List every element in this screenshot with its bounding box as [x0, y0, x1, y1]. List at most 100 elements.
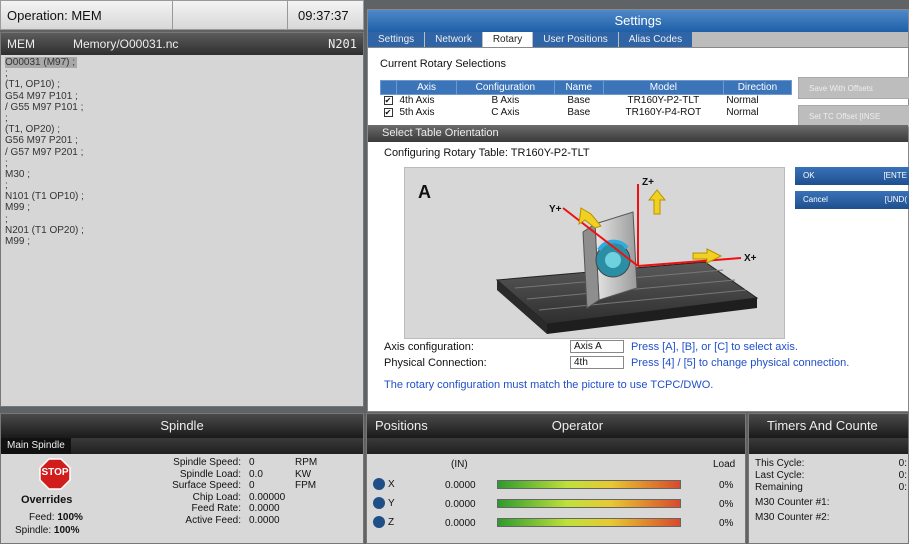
- cell-model: TR160Y-P4-ROT: [625, 107, 702, 118]
- stop-icon: STOP: [39, 458, 71, 490]
- axis-handle-icon[interactable]: [373, 497, 385, 509]
- axis-load: 0%: [719, 518, 734, 529]
- program-path: Memory/O00031.nc: [73, 37, 179, 51]
- set-tc-offset-button[interactable]: Set TC Offset [INSE: [798, 105, 909, 127]
- cell-model: TR160Y-P2-TLT: [627, 95, 700, 106]
- ok-button[interactable]: OK [ENTE: [795, 167, 909, 185]
- axis-handle-icon[interactable]: [373, 478, 385, 490]
- positions-subheader: [367, 438, 745, 454]
- code-line[interactable]: M30 ;: [5, 169, 359, 180]
- tab-alias-codes[interactable]: Alias Codes: [618, 32, 693, 47]
- code-line[interactable]: ;: [5, 158, 359, 169]
- operation-mode: Operation: MEM: [1, 1, 173, 29]
- feed-label: Feed:: [29, 512, 55, 523]
- row-checkbox[interactable]: ✔: [383, 108, 393, 117]
- cancel-button[interactable]: Cancel [UND(: [795, 191, 909, 209]
- axis-value: 0.0000: [445, 499, 476, 510]
- code-line[interactable]: / G57 M97 P201 ;: [5, 147, 359, 158]
- rotary-table-illustration: A Z+ Y+ X+: [418, 177, 759, 334]
- code-line[interactable]: N201 (T1 OP20) ;: [5, 225, 359, 236]
- code-line[interactable]: M99 ;: [5, 202, 359, 213]
- tab-rotary[interactable]: Rotary: [482, 32, 533, 47]
- orientation-dialog-title: Select Table Orientation: [368, 125, 908, 142]
- col-configuration: Configuration: [456, 80, 555, 95]
- tab-positions[interactable]: Positions: [367, 414, 428, 438]
- feed-value: 100%: [57, 512, 83, 523]
- timers-panel: Timers And Counte This Cycle: 0: Last Cyc…: [748, 413, 909, 544]
- timer-row: Last Cycle: 0:: [755, 470, 907, 481]
- axis-config-hint: Press [A], [B], or [C] to select axis.: [631, 341, 798, 353]
- timers-list: This Cycle: 0: Last Cycle: 0: Remaining 0: …: [755, 458, 907, 524]
- spindle-panel: Spindle Main Spindle STOP Overrides Feed…: [0, 413, 364, 544]
- spindle-stats: Spindle Speed: 0 RPM Spindle Load: 0.0 KW Su…: [141, 457, 361, 526]
- configuring-label: Configuring Rotary Table: TR160Y-P2-TLT: [384, 147, 590, 159]
- axis-load: 0%: [719, 499, 734, 510]
- code-line[interactable]: ;: [5, 113, 359, 124]
- cell-config: B Axis: [491, 95, 520, 106]
- picture-letter: A: [418, 182, 431, 202]
- code-line[interactable]: N101 (T1 OP10) ;: [5, 191, 359, 202]
- tab-settings[interactable]: Settings: [368, 32, 425, 47]
- program-block: N201: [328, 37, 357, 51]
- timer-row: M30 Counter #2:: [755, 512, 830, 523]
- code-line[interactable]: G54 M97 P101 ;: [5, 91, 359, 102]
- clock: 09:37:37: [287, 1, 363, 29]
- tcpc-note: The rotary configuration must match the …: [384, 379, 714, 391]
- timer-row: This Cycle: 0:: [755, 458, 907, 469]
- col-check: [380, 80, 397, 95]
- tab-network[interactable]: Network: [425, 32, 482, 47]
- physical-connection-field[interactable]: 4th: [570, 356, 624, 369]
- cell-axis: 5th Axis: [399, 107, 435, 118]
- code-line[interactable]: M99 ;: [5, 236, 359, 247]
- timers-subheader: [749, 438, 908, 454]
- code-line[interactable]: / G55 M97 P101 ;: [5, 102, 359, 113]
- tab-operator[interactable]: Operator: [552, 414, 603, 438]
- tab-main-spindle[interactable]: Main Spindle: [1, 438, 71, 454]
- table-row[interactable]: ✔ 5th Axis C Axis Base TR160Y-P4-ROT Nor…: [381, 107, 792, 119]
- timer-row: Remaining 0:: [755, 482, 907, 493]
- ok-label: OK: [803, 171, 815, 180]
- table-row[interactable]: ✔ 4th Axis B Axis Base TR160Y-P2-TLT Nor…: [381, 95, 792, 108]
- program-mode: MEM: [7, 37, 35, 51]
- axis-load: 0%: [719, 480, 734, 491]
- orientation-picture: A Z+ Y+ X+: [404, 167, 785, 339]
- row-checkbox[interactable]: ✔: [383, 96, 393, 105]
- settings-tabs: Settings Network Rotary User Positions A…: [368, 32, 908, 48]
- axis-handle-icon[interactable]: [373, 516, 385, 528]
- code-line[interactable]: ;: [5, 180, 359, 191]
- axis-config-field[interactable]: Axis A: [570, 340, 624, 353]
- load-bar: [497, 499, 681, 508]
- program-panel: MEM Memory/O00031.nc N201 O00031 (M97) ;…: [0, 32, 364, 407]
- y-axis-label: Y+: [549, 204, 562, 215]
- program-code-list[interactable]: O00031 (M97) ; ; (T1, OP10) ; G54 M97 P1…: [1, 55, 363, 249]
- tab-user-positions[interactable]: User Positions: [533, 32, 618, 47]
- stop-label: STOP: [41, 467, 69, 478]
- cell-config: C Axis: [491, 107, 520, 118]
- spindle-title: Spindle: [1, 414, 363, 438]
- cell-direction: Normal: [726, 107, 759, 118]
- axis-name: Z: [388, 517, 395, 528]
- axis-value: 0.0000: [445, 480, 476, 491]
- save-with-offsets-button[interactable]: Save With Offsets: [798, 77, 909, 99]
- stat-row: Surface Speed: 0 FPM: [172, 480, 317, 491]
- settings-title: Settings: [368, 10, 908, 32]
- cell-direction: Normal: [726, 95, 759, 106]
- x-axis-label: X+: [744, 253, 757, 264]
- cell-name: Base: [567, 107, 591, 118]
- col-name: Name: [553, 80, 604, 95]
- col-axis: Axis: [395, 80, 458, 95]
- stat-row: Chip Load: 0.00000: [192, 491, 286, 503]
- code-line[interactable]: (T1, OP10) ;: [5, 79, 359, 90]
- timers-title: Timers And Counte: [749, 414, 908, 438]
- code-line[interactable]: ;: [5, 68, 359, 79]
- spindle-tabs: Main Spindle: [1, 438, 363, 454]
- axis-name: Y: [388, 498, 395, 509]
- spindle-override: Spindle: 100%: [15, 525, 115, 536]
- code-line[interactable]: ;: [5, 214, 359, 225]
- col-direction: Direction: [722, 80, 793, 95]
- cancel-label: Cancel: [803, 195, 828, 204]
- rotary-table: Axis Configuration Name Model Direction …: [380, 80, 793, 119]
- code-line[interactable]: G56 M97 P201 ;: [5, 135, 359, 146]
- code-line-current[interactable]: O00031 (M97) ;: [5, 57, 78, 69]
- code-line[interactable]: (T1, OP20) ;: [5, 124, 359, 135]
